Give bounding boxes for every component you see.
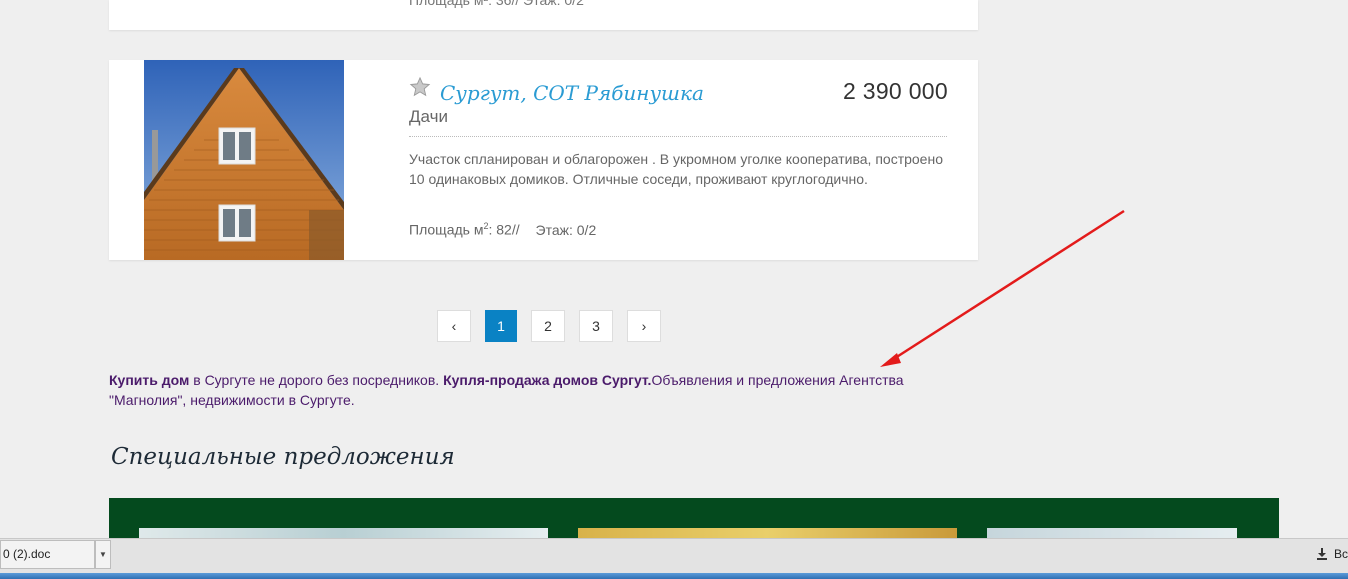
seo-link-sale-houses[interactable]: Купля-продажа домов Сургут. bbox=[443, 372, 651, 388]
show-all-downloads-button[interactable]: Вс bbox=[1315, 547, 1348, 561]
listing-photo[interactable] bbox=[144, 60, 344, 260]
listing-category: Дачи bbox=[409, 107, 448, 126]
listing-title-link[interactable]: Сургут, СОТ Рябинушка bbox=[440, 81, 704, 105]
page-button-1[interactable]: 1 bbox=[485, 310, 517, 342]
pagination: ‹ 1 2 3 › bbox=[437, 310, 675, 342]
listing-meta: Площадь м²: 36// Этаж: 0/2 bbox=[409, 0, 584, 8]
taskbar bbox=[0, 573, 1348, 579]
area-value: : 82// bbox=[488, 221, 520, 238]
show-all-label: Вс bbox=[1333, 547, 1348, 561]
star-icon[interactable] bbox=[409, 76, 431, 98]
area-label: Площадь м bbox=[409, 221, 484, 238]
divider bbox=[409, 136, 947, 137]
listing-card-previous: Площадь м²: 36// Этаж: 0/2 bbox=[109, 0, 978, 30]
page-next-button[interactable]: › bbox=[627, 310, 661, 342]
floor-value: Этаж: 0/2 bbox=[535, 221, 597, 238]
page-button-3[interactable]: 3 bbox=[579, 310, 613, 342]
seo-text-1: в Сургуте не дорого без посредников. bbox=[189, 372, 444, 388]
special-offer-thumb[interactable] bbox=[139, 528, 548, 538]
seo-text: Купить дом в Сургуте не дорого без посре… bbox=[109, 370, 979, 410]
special-offers-carousel bbox=[109, 498, 1279, 538]
listing-card: Сургут, СОТ Рябинушка 2 390 000 Дачи Уча… bbox=[109, 60, 978, 260]
page-prev-button[interactable]: ‹ bbox=[437, 310, 471, 342]
download-bar: 0 (2).doc ▼ Вс bbox=[0, 538, 1348, 573]
special-offers-title: Специальные предложения bbox=[111, 444, 455, 470]
download-icon bbox=[1316, 548, 1327, 560]
chevron-down-icon[interactable]: ▼ bbox=[95, 540, 111, 569]
page-button-2[interactable]: 2 bbox=[531, 310, 565, 342]
special-offer-thumb[interactable] bbox=[578, 528, 957, 538]
listing-description: Участок спланирован и облагорожен . В ук… bbox=[409, 151, 943, 187]
seo-link-buy-house[interactable]: Купить дом bbox=[109, 372, 189, 388]
listing-price: 2 390 000 bbox=[842, 78, 948, 104]
download-item[interactable]: 0 (2).doc bbox=[0, 540, 95, 569]
listing-meta: Площадь м2: 82// Этаж: 0/2 bbox=[409, 221, 596, 238]
special-offer-thumb[interactable] bbox=[987, 528, 1237, 538]
